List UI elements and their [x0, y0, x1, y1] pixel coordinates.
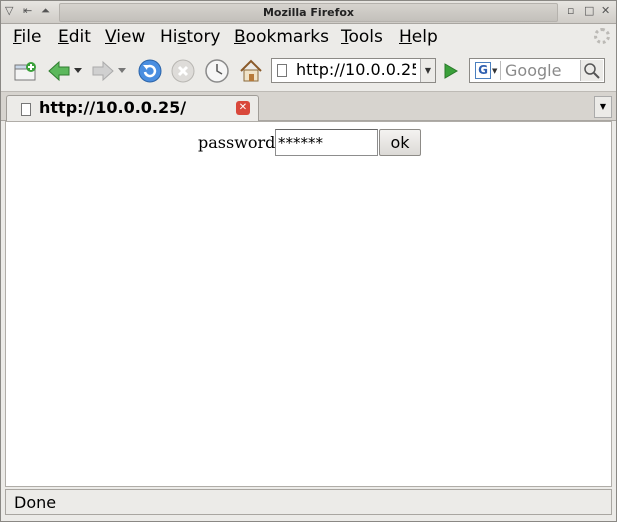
- home-icon: [240, 59, 262, 82]
- reload-icon: [138, 59, 162, 83]
- browser-window: ▽ ⇤ ⏶ Mozilla Firefox ▫ □ ✕ File Edit Vi…: [0, 0, 617, 522]
- list-all-tabs-button[interactable]: ▼: [594, 96, 612, 118]
- dropdown-arrow-icon: [74, 68, 82, 73]
- menu-bar: File Edit View History Bookmarks Tools H…: [1, 24, 616, 51]
- menu-view[interactable]: View: [105, 27, 145, 47]
- stop-icon: [171, 59, 195, 83]
- status-bar: Done: [5, 489, 612, 515]
- menu-tools[interactable]: Tools: [341, 27, 383, 47]
- window-title: Mozilla Firefox: [59, 3, 558, 22]
- new-tab-button[interactable]: [11, 57, 39, 85]
- home-button[interactable]: [237, 57, 265, 85]
- dropdown-arrow-icon: [118, 68, 126, 73]
- password-input[interactable]: [275, 129, 378, 156]
- menu-history[interactable]: History: [160, 27, 221, 47]
- close-window-icon[interactable]: ✕: [601, 4, 610, 17]
- go-arrow-icon: [444, 63, 458, 79]
- search-engine-selector[interactable]: G ▼: [472, 61, 501, 80]
- forward-history-dropdown[interactable]: [115, 57, 129, 85]
- stop-button[interactable]: [169, 57, 197, 85]
- history-button[interactable]: [203, 57, 231, 85]
- tab-bar: http://10.0.0.25/ ✕ ▼: [1, 91, 616, 121]
- title-bar[interactable]: ▽ ⇤ ⏶ Mozilla Firefox ▫ □ ✕: [1, 1, 616, 24]
- dropdown-arrow-icon: ▼: [492, 67, 498, 75]
- menu-bookmarks[interactable]: Bookmarks: [234, 27, 329, 47]
- url-history-dropdown[interactable]: ▼: [420, 59, 435, 82]
- page-icon: [277, 64, 287, 77]
- page-content: password: ok: [5, 121, 612, 487]
- menu-help[interactable]: Help: [399, 27, 438, 47]
- page-icon: [21, 103, 31, 116]
- status-text: Done: [14, 493, 57, 512]
- password-label: password:: [198, 133, 281, 152]
- magnifier-icon: [584, 63, 600, 79]
- throbber-icon: [594, 28, 610, 44]
- menu-edit[interactable]: Edit: [58, 27, 91, 47]
- forward-arrow-icon: [92, 60, 114, 82]
- reload-button[interactable]: [136, 57, 164, 85]
- forward-button[interactable]: [89, 57, 117, 85]
- shade-icon[interactable]: ⇤: [23, 4, 32, 17]
- back-arrow-icon: [48, 60, 70, 82]
- search-placeholder[interactable]: Google: [505, 61, 561, 80]
- maximize-icon[interactable]: □: [584, 4, 594, 17]
- new-tab-icon: [14, 62, 36, 81]
- search-button[interactable]: [580, 60, 603, 81]
- roll-up-icon[interactable]: ⏶: [41, 4, 50, 18]
- tab-active[interactable]: http://10.0.0.25/ ✕: [6, 95, 259, 121]
- back-history-dropdown[interactable]: [71, 57, 85, 85]
- close-tab-icon[interactable]: ✕: [236, 101, 250, 115]
- window-menu-icon[interactable]: ▽: [5, 4, 13, 17]
- go-button[interactable]: [439, 60, 461, 82]
- tab-title[interactable]: http://10.0.0.25/: [39, 98, 186, 117]
- google-g-icon: G: [475, 62, 491, 79]
- search-box[interactable]: G ▼ Google: [469, 58, 605, 83]
- clock-icon: [205, 59, 229, 83]
- minimize-icon[interactable]: ▫: [567, 4, 574, 17]
- menu-file[interactable]: File: [13, 27, 41, 47]
- back-button[interactable]: [45, 57, 73, 85]
- url-text[interactable]: http://10.0.0.25/: [296, 60, 416, 79]
- navigation-toolbar: http://10.0.0.25/ ▼ G ▼ Google: [1, 53, 616, 91]
- url-bar[interactable]: http://10.0.0.25/ ▼: [271, 58, 436, 83]
- ok-button[interactable]: ok: [379, 129, 421, 156]
